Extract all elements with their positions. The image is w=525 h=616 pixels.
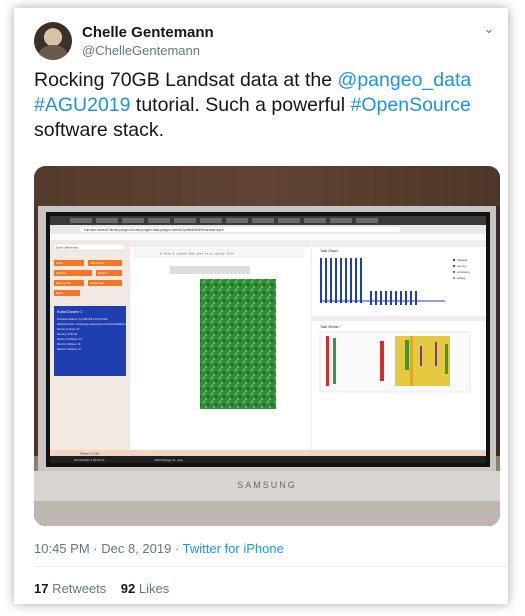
author-name[interactable]: Chelle Gentemann	[82, 24, 214, 41]
workers-button[interactable]: Workers	[98, 271, 108, 275]
dask-dashboard-label[interactable]: Dask Dashboard	[56, 246, 79, 250]
divider	[34, 566, 508, 567]
tweet-source[interactable]: Twitter for iPhone	[183, 541, 284, 556]
tweet-date[interactable]: Dec 8, 2019	[101, 541, 171, 556]
cluster-info-line: Number of Cores: 20	[57, 328, 80, 331]
tweet-text-part: tutorial. Such a powerful	[130, 94, 351, 116]
author-handle[interactable]: @ChelleGentemann	[82, 43, 200, 58]
task-stream-button[interactable]: Task Stream	[90, 261, 104, 265]
code-cell[interactable]: # Grab a subset and save as a netcdf fil…	[160, 252, 234, 256]
tweet-time[interactable]: 10:45 PM	[34, 541, 90, 556]
legend-label: released	[457, 258, 468, 262]
meta-separator: ·	[89, 541, 102, 556]
hashtag-link[interactable]: #AGU2019	[34, 94, 130, 116]
profile-button[interactable]: Profile	[56, 291, 64, 295]
chevron-down-icon[interactable]: ⌄	[482, 22, 496, 36]
memory-use-button[interactable]: Memory Use	[56, 281, 71, 285]
task-stream-chart	[319, 331, 471, 393]
mention-link[interactable]: @pangeo_data	[338, 69, 472, 91]
task-graph-title: Task Graph	[320, 249, 338, 253]
status-bar: Python 3 | Idle	[80, 452, 99, 456]
retweet-count[interactable]: 17 Retweets	[34, 581, 106, 596]
cluster-info-line: Number of Workers: 10	[57, 338, 82, 341]
like-count[interactable]: 92 Likes	[121, 581, 169, 596]
hashtag-link[interactable]: #OpenSource	[351, 94, 471, 116]
meta-separator: ·	[171, 541, 183, 556]
tweet-card: Chelle Gentemann @ChelleGentemann ⌄ Rock…	[14, 8, 508, 604]
tweet-text-part: software stack.	[34, 119, 165, 141]
avatar[interactable]	[34, 22, 72, 60]
retweet-label: Retweets	[52, 581, 107, 596]
tweet-stats: 17 Retweets 92 Likes	[34, 581, 169, 596]
cluster-info-line: Minimum Workers: 10	[57, 343, 81, 346]
taskbar-item[interactable]: PeriodicWith 4 (00:11:2b	[74, 458, 105, 462]
progress-button[interactable]: Progress	[56, 271, 67, 275]
legend-label: memory	[457, 264, 467, 268]
tweet-photo[interactable]: SAMSUNG hub.aws-uswest2-binder.pangeo.io…	[34, 166, 500, 526]
cluster-map-button[interactable]: Cluster Map	[90, 281, 105, 285]
cluster-info-line: Memory: 75.00 GB	[57, 333, 77, 336]
tweet-text-part: Rocking 70GB Landsat data at the	[34, 69, 338, 91]
cluster-info-line: Maximum Workers: 10	[57, 348, 82, 351]
graph-button[interactable]: Graph	[56, 261, 64, 265]
taskbar-item[interactable]: AOS Package To...pptx	[154, 458, 183, 462]
cluster-title: KubeCluster 1	[57, 309, 83, 314]
cluster-info-line: Scheduler Address: tcp://192.168.172.67:…	[57, 318, 108, 321]
task-stream-title: Task Stream	[320, 325, 340, 329]
tweet-text: Rocking 70GB Landsat data at the @pangeo…	[34, 68, 489, 143]
address-bar[interactable]: hub.aws-uswest2-binder.pangeo.io/user/pa…	[84, 228, 224, 232]
like-label: Likes	[138, 581, 170, 596]
cluster-info-line: Dashboard URL: /user/pangeo-data-pangeo-…	[57, 323, 140, 326]
laptop-brand: SAMSUNG	[237, 480, 297, 490]
like-number: 92	[120, 581, 136, 596]
landsat-image	[200, 279, 276, 409]
legend-label: waiting	[457, 276, 466, 280]
tweet-meta: 10:45 PM · Dec 8, 2019 · Twitter for iPh…	[34, 541, 284, 556]
legend-label: processing	[457, 270, 470, 274]
retweet-number: 17	[34, 581, 49, 596]
laptop-screen: hub.aws-uswest2-binder.pangeo.io/user/pa…	[50, 216, 486, 463]
